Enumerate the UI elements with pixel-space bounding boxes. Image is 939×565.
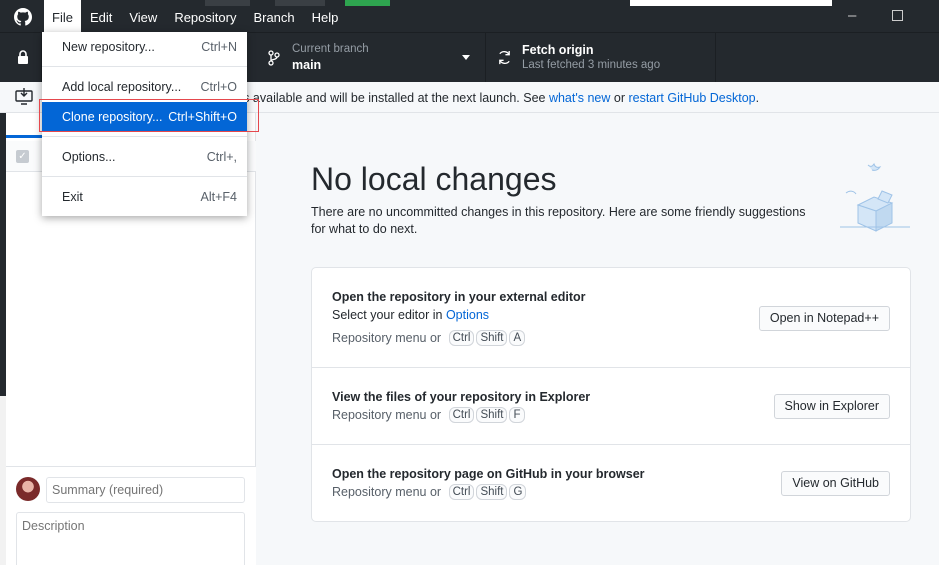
menu-file[interactable]: File [44,0,81,32]
key-shift: Shift [476,484,508,500]
menu-view[interactable]: View [121,0,165,32]
tab-changes-indicator [6,135,46,138]
banner-text-suffix: . [755,91,760,105]
menu-separator [42,136,247,137]
page-title: No local changes [311,161,557,197]
empty-state-illustration [840,162,910,232]
menu-item-exit[interactable]: Exit Alt+F4 [42,182,247,212]
suggestions-list: Open the repository in your external edi… [311,267,911,522]
suggestion-show-in-explorer: View the files of your repository in Exp… [312,368,910,445]
restart-github-desktop-link[interactable]: restart GitHub Desktop [628,91,755,105]
hint-text: Repository menu or [332,408,442,422]
fetch-origin-title: Fetch origin [522,43,594,57]
menu-edit[interactable]: Edit [82,0,120,32]
menu-separator [42,66,247,67]
sync-icon [499,50,510,65]
menu-item-label: Exit [62,190,83,204]
show-in-explorer-button[interactable]: Show in Explorer [773,394,890,419]
page-subtitle: There are no uncommitted changes in this… [311,205,806,236]
last-fetched-label: Last fetched 3 minutes ago [522,59,661,71]
suggestion-title: Open the repository in your external edi… [332,290,586,304]
main-content: No local changes There are no uncommitte… [256,113,939,565]
chevron-down-icon [462,55,470,60]
keyboard-hint: Repository menu or Ctrl Shift G [332,484,527,500]
menu-item-shortcut: Ctrl+N [201,40,237,54]
banner-text-prefix: p is available and will be installed at … [230,91,549,105]
commit-message-area [6,466,256,565]
avatar [16,477,40,501]
current-branch-label: Current branch [292,43,369,55]
suggestion-view-on-github: Open the repository page on GitHub in yo… [312,445,910,522]
menu-item-shortcut: Ctrl+, [206,150,237,164]
fetch-origin-button[interactable]: Fetch origin Last fetched 3 minutes ago [486,33,716,83]
key-ctrl: Ctrl [448,330,475,346]
description-input[interactable] [16,512,245,565]
menu-item-label: Add local repository... [62,80,182,94]
background-window-strip [205,0,250,6]
select-all-checkbox[interactable]: ✓ [16,150,29,163]
menu-item-label: Options... [62,150,116,164]
suggestion-description-text: Select your editor in [332,308,446,322]
hint-text: Repository menu or [332,485,442,499]
suggestion-open-editor: Open the repository in your external edi… [312,268,910,368]
github-logo-icon [14,8,32,26]
minimize-icon[interactable]: – [848,8,856,24]
key-shift: Shift [476,330,508,346]
key-f: F [509,407,525,423]
current-branch-selector[interactable]: Current branch main [256,33,486,83]
key-a: A [509,330,526,346]
background-window-strip [275,0,325,6]
background-window-strip [345,0,390,6]
keyboard-hint: Repository menu or Ctrl Shift F [332,407,525,423]
branch-icon [268,50,280,66]
menu-item-options[interactable]: Options... Ctrl+, [42,142,247,172]
desktop-download-icon [15,88,33,105]
options-link[interactable]: Options [446,308,489,322]
maximize-icon[interactable] [892,10,903,21]
menu-item-shortcut: Alt+F4 [200,190,237,204]
keyboard-hint: Repository menu or Ctrl Shift A [332,330,526,346]
lock-icon [18,50,28,64]
menu-item-label: New repository... [62,40,155,54]
summary-input[interactable] [46,477,245,503]
suggestion-title: View the files of your repository in Exp… [332,390,591,404]
background-window-strip [630,0,832,6]
menu-item-new-repository[interactable]: New repository... Ctrl+N [42,32,247,62]
whats-new-link[interactable]: what's new [549,91,610,105]
banner-text-or: or [610,91,629,105]
current-branch-value: main [292,58,322,72]
hint-text: Repository menu or [332,331,442,345]
update-banner-text: p is available and will be installed at … [230,91,759,105]
open-in-editor-button[interactable]: Open in Notepad++ [758,306,890,331]
title-bar: File Edit View Repository Branch Help – [0,0,939,32]
suggestion-title: Open the repository page on GitHub in yo… [332,467,645,481]
key-shift: Shift [476,407,508,423]
suggestion-description: Select your editor in Options [332,308,489,322]
key-ctrl: Ctrl [448,484,475,500]
menu-separator [42,176,247,177]
menu-item-add-local-repository[interactable]: Add local repository... Ctrl+O [42,72,247,102]
annotation-highlight-box [39,99,259,132]
view-on-github-button[interactable]: View on GitHub [781,471,890,496]
key-g: G [509,484,527,500]
key-ctrl: Ctrl [448,407,475,423]
menu-item-shortcut: Ctrl+O [200,80,237,94]
repository-selector[interactable] [0,33,42,83]
